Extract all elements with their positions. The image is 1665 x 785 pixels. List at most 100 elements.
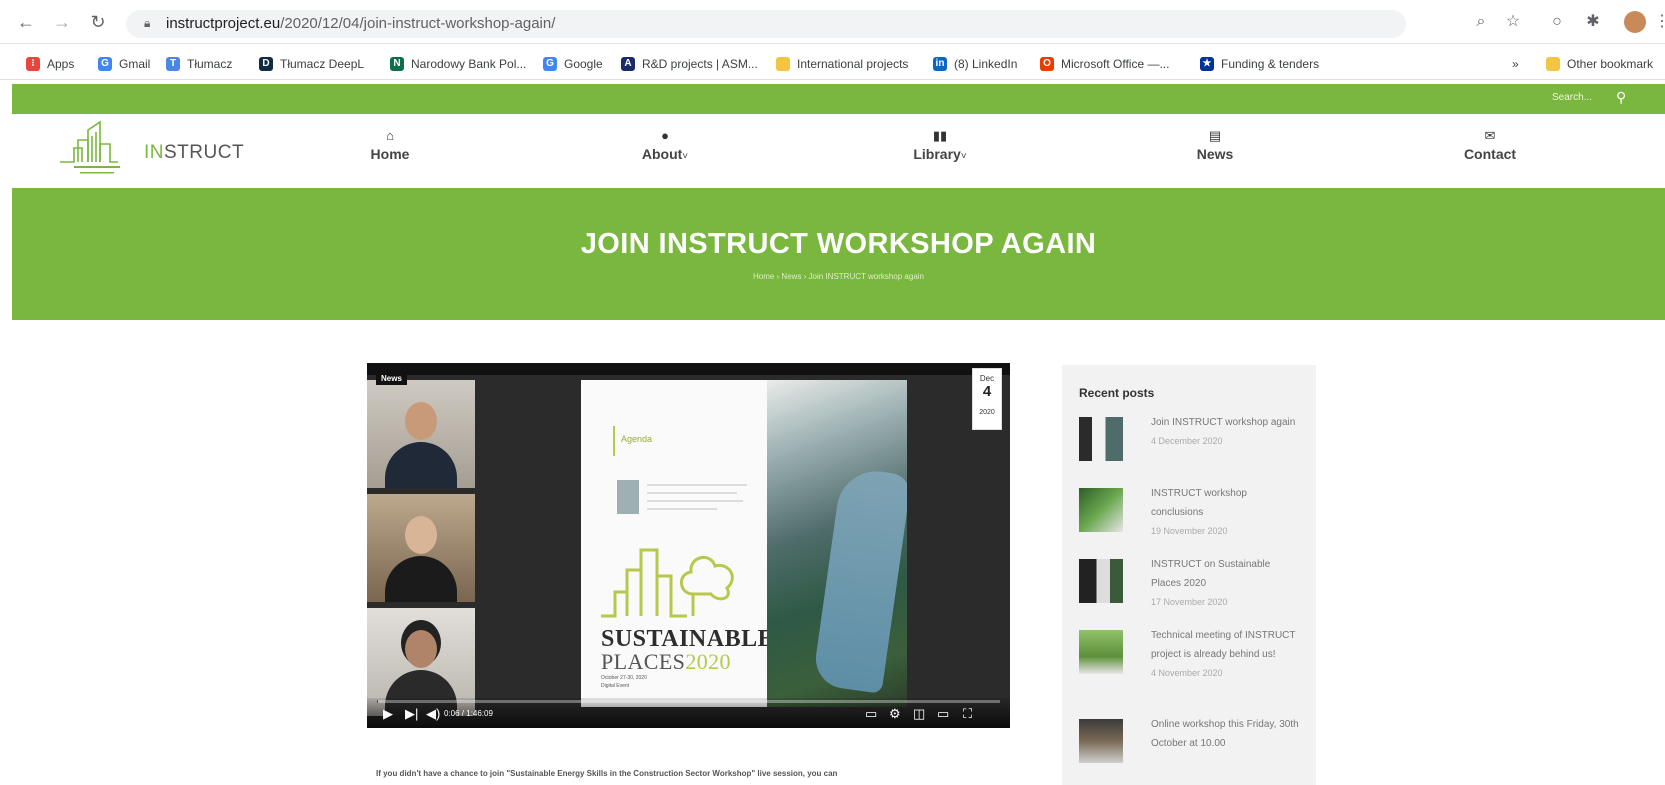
nav-contact[interactable]: ✉ Contact <box>1430 128 1550 162</box>
bookmark-item[interactable]: International projects <box>776 55 908 73</box>
volume-icon[interactable]: ◀) <box>426 706 440 722</box>
bookmark-item[interactable]: in (8) LinkedIn <box>933 55 1017 73</box>
video-controls: ▶ ▶| ◀) 0:06 / 1:46:09 ▭ ⚙ ◫ ▭ ⛶ <box>367 698 1010 728</box>
bookmark-item[interactable]: G Gmail <box>98 55 150 73</box>
breadcrumb[interactable]: Home › News › Join INSTRUCT workshop aga… <box>12 272 1665 281</box>
browser-toolbar: ← → ↻ 🔒︎ instructproject.eu/2020/12/04/j… <box>0 0 1665 44</box>
slide-event-dates: October 27-30, 2020 <box>601 675 647 681</box>
page-hero-banner: JOIN INSTRUCT WORKSHOP AGAIN Home › News… <box>12 188 1665 320</box>
translate-icon: T <box>166 57 180 71</box>
recent-posts-sidebar: Recent posts Join INSTRUCT workshop agai… <box>1062 365 1316 785</box>
extensions-puzzle-icon[interactable]: ✱ <box>1582 11 1604 33</box>
participant-head <box>405 402 437 440</box>
post-title[interactable]: Technical meeting of INSTRUCT project is… <box>1151 626 1301 682</box>
date-year: 2020 <box>979 409 995 416</box>
slide-text-line <box>647 492 737 494</box>
bookmark-item[interactable]: T Tłumacz <box>166 55 232 73</box>
embedded-video-player[interactable]: News Agenda SUSTAINABLE PLACES2020 Octob… <box>367 363 1010 728</box>
profile-avatar[interactable] <box>1624 11 1646 33</box>
site-top-bar: Search... ⚲ <box>12 84 1665 114</box>
folder-icon <box>1546 57 1560 71</box>
instruct-logo[interactable]: INSTRUCT <box>54 118 254 184</box>
menu-kebab-icon[interactable]: ⋮ <box>1654 11 1665 31</box>
bookmark-label: Microsoft Office —... <box>1061 57 1170 71</box>
video-progress-fill <box>377 700 378 703</box>
bookmarks-bar: ⁝ Apps G Gmail T Tłumacz D Tłumacz DeepL N Narodo… <box>0 46 1665 80</box>
video-top-strip <box>367 363 1010 375</box>
bookmark-star-icon[interactable]: ☆ <box>1502 11 1524 33</box>
url-text[interactable]: instructproject.eu/2020/12/04/join-instr… <box>166 15 555 32</box>
bookmark-label: International projects <box>797 57 909 71</box>
bookmark-label: Funding & tenders <box>1221 57 1320 71</box>
search-icon[interactable]: ⚲ <box>1616 89 1626 106</box>
subtitles-icon[interactable]: ▭ <box>865 706 877 722</box>
slide-thumbnail <box>617 480 639 514</box>
post-thumbnail[interactable] <box>1079 630 1123 674</box>
nav-about[interactable]: ● About˅ <box>605 128 725 162</box>
post-title[interactable]: Join INSTRUCT workshop again 4 December 2… <box>1151 413 1301 450</box>
address-bar[interactable]: 🔒︎ instructproject.eu/2020/12/04/join-in… <box>126 10 1406 38</box>
bookmark-item[interactable]: ★ Funding & tenders <box>1200 55 1319 73</box>
post-title[interactable]: Online workshop this Friday, 30th Octobe… <box>1151 715 1301 753</box>
post-date: 19 November 2020 <box>1151 526 1228 536</box>
bookmark-label: (8) LinkedIn <box>954 57 1018 71</box>
post-thumbnail[interactable] <box>1079 559 1123 603</box>
video-progress-bar[interactable] <box>377 700 1000 703</box>
back-arrow-icon[interactable]: ← <box>14 10 38 34</box>
bookmark-item[interactable]: ⁝ Apps <box>26 55 74 73</box>
post-date-badge: Dec 4 2020 <box>972 368 1002 430</box>
slide-text-line <box>647 508 717 510</box>
zoom-icon[interactable]: ⌕ <box>1470 11 1492 33</box>
bookmark-item[interactable]: D Tłumacz DeepL <box>259 55 364 73</box>
next-icon[interactable]: ▶| <box>405 706 418 722</box>
search-input[interactable]: Search... <box>1552 92 1592 103</box>
article-intro-text: If you didn't have a chance to join "Sus… <box>376 769 838 778</box>
bookmark-label: Narodowy Bank Pol... <box>411 57 527 71</box>
settings-gear-icon[interactable]: ⚙ <box>889 706 901 722</box>
overflow-chevron-icon[interactable]: » <box>1512 55 1519 73</box>
post-title-text: Online workshop this Friday, 30th Octobe… <box>1151 719 1299 749</box>
lake-water <box>812 466 907 694</box>
theater-mode-icon[interactable]: ▭ <box>937 706 949 722</box>
forward-arrow-icon[interactable]: → <box>50 10 74 34</box>
slide-text-line <box>647 484 747 486</box>
deepl-icon: D <box>259 57 273 71</box>
post-title-text: INSTRUCT on Sustainable Places 2020 <box>1151 559 1271 589</box>
reload-icon[interactable]: ↻ <box>86 10 110 34</box>
date-day: 4 <box>982 383 992 400</box>
play-icon[interactable]: ▶ <box>383 706 393 722</box>
post-title-text: INSTRUCT workshop conclusions <box>1151 488 1247 518</box>
post-title[interactable]: INSTRUCT workshop conclusions 19 November… <box>1151 484 1301 540</box>
nav-news[interactable]: ▤ News <box>1155 128 1275 162</box>
post-thumbnail[interactable] <box>1079 417 1123 461</box>
linkedin-icon: in <box>933 57 947 71</box>
other-bookmarks-label: Other bookmark <box>1567 57 1654 71</box>
participant-head <box>405 630 437 668</box>
asm-icon: A <box>621 57 635 71</box>
bookmark-label: Apps <box>47 57 75 71</box>
other-bookmarks[interactable]: Other bookmark <box>1546 55 1653 73</box>
post-title[interactable]: INSTRUCT on Sustainable Places 2020 17 No… <box>1151 555 1301 611</box>
bookmark-item[interactable]: G Google <box>543 55 603 73</box>
office-icon: O <box>1040 57 1054 71</box>
date-month: Dec <box>979 374 995 383</box>
category-tag[interactable]: News <box>376 372 407 385</box>
lake-photo <box>767 380 907 707</box>
nav-library[interactable]: ▮▮ Library˅ <box>880 128 1000 162</box>
bookmark-label: Tłumacz DeepL <box>280 57 365 71</box>
post-thumbnail[interactable] <box>1079 488 1123 532</box>
opera-extension-icon[interactable]: ○ <box>1546 11 1568 33</box>
slide-event-type: Digital Event <box>601 683 630 689</box>
post-thumbnail[interactable] <box>1079 719 1123 763</box>
participant-tile <box>367 494 475 602</box>
book-icon: ▮▮ <box>932 128 948 143</box>
eu-flag-icon: ★ <box>1200 57 1214 71</box>
bookmark-item[interactable]: N Narodowy Bank Pol... <box>390 55 526 73</box>
slide-text-line <box>647 500 743 502</box>
sidebar-title: Recent posts <box>1079 386 1155 400</box>
bookmark-item[interactable]: O Microsoft Office —... <box>1040 55 1169 73</box>
bookmark-item[interactable]: A R&D projects | ASM... <box>621 55 758 73</box>
nav-home[interactable]: ⌂ Home <box>330 128 450 162</box>
fullscreen-icon[interactable]: ⛶ <box>963 706 972 722</box>
miniplayer-icon[interactable]: ◫ <box>913 706 925 722</box>
